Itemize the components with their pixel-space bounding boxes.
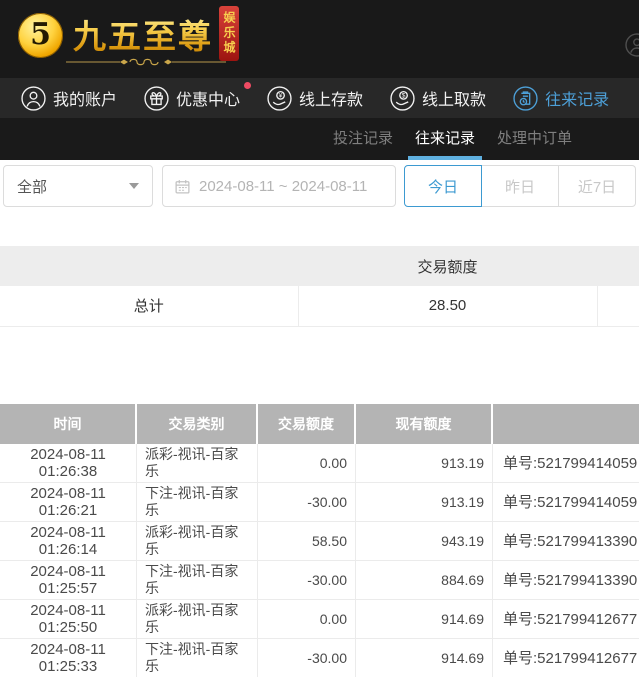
cell-type: 派彩-视讯-百家乐 (137, 522, 258, 561)
sub-tab-bar: 投注记录 往来记录 处理中订单 (0, 118, 639, 160)
tab-betting-records[interactable]: 投注记录 (322, 118, 404, 160)
nav-item-deposit[interactable]: ¥ 线上存款 (267, 86, 363, 111)
summary-total-label: 总计 (0, 286, 298, 326)
cell-balance: 943.19 (356, 522, 493, 561)
yesterday-button[interactable]: 昨日 (481, 165, 559, 207)
nav-item-withdraw[interactable]: $ 线上取款 (390, 86, 486, 111)
cell-type: 下注-视讯-百家乐 (137, 483, 258, 522)
deposit-icon: ¥ (267, 86, 292, 111)
main-nav: 我的账户 优惠中心 ¥ 线上存款 $ 线上取款 (0, 78, 639, 118)
cell-amount: -30.00 (258, 561, 356, 600)
svg-text:¥: ¥ (279, 92, 283, 99)
nav-item-label: 线上取款 (422, 86, 486, 110)
table-header-row: 时间 交易类别 交易额度 现有额度 (0, 404, 639, 444)
cell-order: 单号:521799414059 (493, 483, 639, 522)
brand-badge: 娱乐城 (219, 6, 239, 61)
table-row: 2024-08-11 01:25:50 派彩-视讯-百家乐 0.00 914.6… (0, 600, 639, 639)
cell-amount: -30.00 (258, 483, 356, 522)
avatar-icon[interactable] (625, 33, 639, 57)
summary-table: 交易额度 总计 28.50 (0, 246, 639, 327)
summary-header-row: 交易额度 (0, 246, 639, 286)
nav-item-records[interactable]: 往来记录 (513, 86, 609, 111)
nav-item-my-account[interactable]: 我的账户 (21, 86, 117, 111)
tab-processing-orders[interactable]: 处理中订单 (486, 118, 583, 160)
nav-item-label: 优惠中心 (176, 86, 240, 110)
cell-type: 派彩-视讯-百家乐 (137, 444, 258, 483)
cell-type: 下注-视讯-百家乐 (137, 639, 258, 677)
brand-logo-icon: 5 (18, 13, 63, 58)
cell-amount: 58.50 (258, 522, 356, 561)
today-button[interactable]: 今日 (404, 165, 482, 207)
col-header-balance: 现有额度 (356, 404, 493, 444)
col-header-type: 交易类别 (137, 404, 258, 444)
cell-balance: 914.69 (356, 600, 493, 639)
summary-header-amount: 交易额度 (298, 246, 597, 286)
cell-time: 2024-08-11 01:26:38 (0, 444, 137, 483)
user-icon (21, 86, 46, 111)
gold-flourish-icon (66, 56, 226, 68)
cell-amount: -30.00 (258, 639, 356, 677)
gift-icon (144, 86, 169, 111)
cell-time: 2024-08-11 01:25:33 (0, 639, 137, 677)
cell-balance: 913.19 (356, 444, 493, 483)
table-row: 2024-08-11 01:26:21 下注-视讯-百家乐 -30.00 913… (0, 483, 639, 522)
table-row: 2024-08-11 01:26:14 派彩-视讯-百家乐 58.50 943.… (0, 522, 639, 561)
withdraw-icon: $ (390, 86, 415, 111)
cell-time: 2024-08-11 01:26:21 (0, 483, 137, 522)
calendar-icon (174, 178, 191, 195)
category-select-value: 全部 (17, 176, 47, 197)
summary-header-empty (0, 246, 298, 286)
records-icon (513, 86, 538, 111)
last7days-button[interactable]: 近7日 (558, 165, 636, 207)
cell-balance: 914.69 (356, 639, 493, 677)
category-select[interactable]: 全部 (3, 165, 153, 207)
table-row: 2024-08-11 01:25:33 下注-视讯-百家乐 -30.00 914… (0, 639, 639, 677)
cell-type: 下注-视讯-百家乐 (137, 561, 258, 600)
nav-item-label: 我的账户 (53, 86, 117, 110)
quick-date-buttons: 今日 昨日 近7日 (404, 165, 636, 207)
cell-amount: 0.00 (258, 600, 356, 639)
table-row: 2024-08-11 01:25:57 下注-视讯-百家乐 -30.00 884… (0, 561, 639, 600)
col-header-time: 时间 (0, 404, 137, 444)
date-range-value: 2024-08-11 ~ 2024-08-11 (199, 178, 367, 195)
col-header-order (493, 404, 639, 444)
cell-time: 2024-08-11 01:26:14 (0, 522, 137, 561)
cell-balance: 884.69 (356, 561, 493, 600)
records-table: 时间 交易类别 交易额度 现有额度 2024-08-11 01:26:38 派彩… (0, 404, 639, 677)
cell-order: 单号:521799412677 (493, 639, 639, 677)
nav-item-promotions[interactable]: 优惠中心 (144, 86, 240, 111)
cell-order: 单号:521799413390 (493, 522, 639, 561)
table-row: 2024-08-11 01:26:38 派彩-视讯-百家乐 0.00 913.1… (0, 444, 639, 483)
summary-total-row: 总计 28.50 (0, 286, 639, 326)
col-header-amount: 交易额度 (258, 404, 356, 444)
chevron-down-icon (129, 183, 139, 189)
logo-bar: 5 九五至尊 娱乐城 (0, 0, 639, 78)
filter-row: 全部 2024-08-11 ~ 2024-08-11 今日 昨日 近7日 (0, 160, 639, 207)
tab-transaction-records[interactable]: 往来记录 (404, 118, 486, 160)
cell-order: 单号:521799414059 (493, 444, 639, 483)
brand-logo-number: 5 (30, 17, 51, 52)
cell-order: 单号:521799413390 (493, 561, 639, 600)
cell-balance: 913.19 (356, 483, 493, 522)
svg-text:$: $ (402, 92, 406, 99)
cell-type: 派彩-视讯-百家乐 (137, 600, 258, 639)
notification-dot (244, 82, 251, 89)
brand-title: 九五至尊 (73, 10, 213, 58)
cell-time: 2024-08-11 01:25:50 (0, 600, 137, 639)
nav-item-label: 往来记录 (545, 86, 609, 110)
summary-total-value: 28.50 (298, 286, 597, 326)
date-range-input[interactable]: 2024-08-11 ~ 2024-08-11 (162, 165, 396, 207)
cell-order: 单号:521799412677 (493, 600, 639, 639)
cell-time: 2024-08-11 01:25:57 (0, 561, 137, 600)
cell-amount: 0.00 (258, 444, 356, 483)
nav-item-label: 线上存款 (299, 86, 363, 110)
